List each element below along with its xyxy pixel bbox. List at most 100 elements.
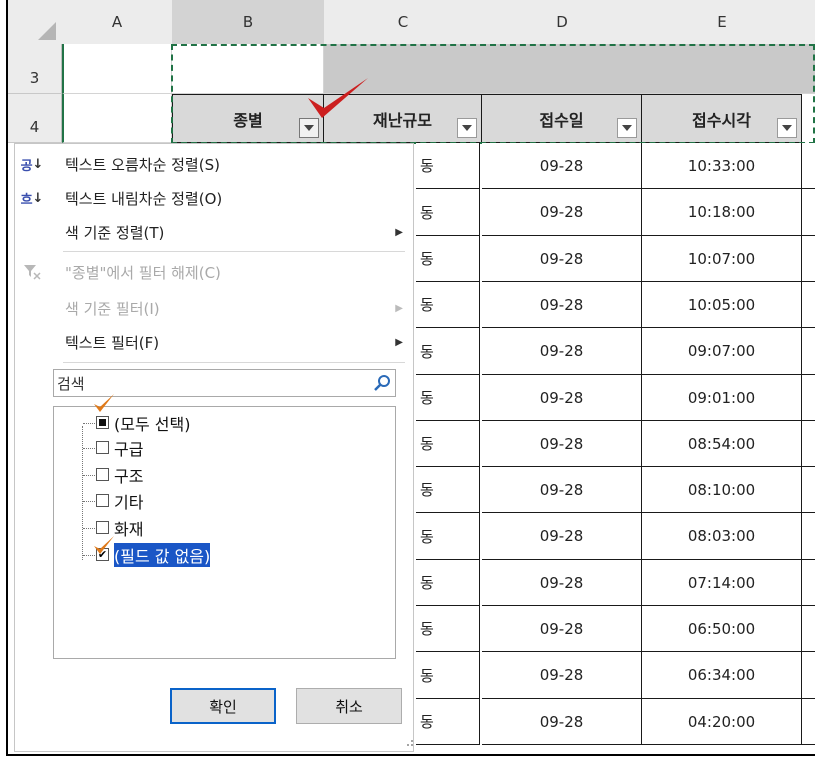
filter-item-checkbox[interactable] [96, 416, 109, 429]
table-cell-time[interactable]: 10:07:00 [642, 236, 802, 282]
table-cell-time[interactable]: 10:18:00 [642, 189, 802, 236]
table-cell-next[interactable] [802, 467, 815, 513]
menu-sort-by-color[interactable]: 색 기준 정렬(T) ▶ [15, 212, 413, 252]
frame-left-edge [6, 0, 8, 756]
table-cell-next[interactable] [802, 560, 815, 606]
table-cell-scale[interactable]: 동 [416, 699, 480, 745]
cell-b3[interactable] [172, 44, 324, 94]
select-all-corner[interactable] [8, 0, 63, 45]
table-cell-time[interactable]: 09:01:00 [642, 375, 802, 421]
table-cell-date[interactable]: 09-28 [482, 143, 642, 189]
table-cell-time[interactable]: 06:34:00 [642, 652, 802, 699]
filter-item-label: 기타 [114, 493, 144, 512]
table-cell-time[interactable]: 04:20:00 [642, 699, 802, 745]
table-cell-time[interactable]: 08:03:00 [642, 513, 802, 560]
clear-filter-icon [21, 261, 43, 283]
annotation-checkmark-icon [94, 536, 114, 554]
column-header-c[interactable]: C [324, 0, 483, 45]
column-header-b[interactable]: B [172, 0, 325, 45]
filter-dropdown-button-scale[interactable] [457, 118, 477, 138]
table-cell-date[interactable]: 09-28 [482, 282, 642, 328]
frame-bottom-edge [6, 754, 815, 756]
filter-list-item[interactable]: 화재 [114, 516, 143, 540]
table-cell-next[interactable] [802, 328, 815, 375]
row-header-4[interactable]: 4 [8, 94, 62, 143]
table-cell-scale[interactable]: 동 [416, 189, 480, 236]
filter-item-checkbox[interactable] [96, 468, 109, 481]
ok-button[interactable]: 확인 [170, 688, 276, 724]
submenu-arrow-icon: ▶ [395, 226, 403, 238]
filter-list-item[interactable]: 기타 [114, 489, 143, 513]
column-header-e[interactable]: E [642, 0, 803, 45]
table-cell-date[interactable]: 09-28 [482, 328, 642, 375]
row-header-3[interactable]: 3 [8, 44, 62, 94]
table-cell-time[interactable]: 08:54:00 [642, 421, 802, 467]
submenu-arrow-icon: ▶ [395, 336, 403, 348]
filter-list-item[interactable]: 구급 [114, 436, 143, 460]
filter-item-label: 구급 [114, 440, 144, 459]
filter-item-checkbox[interactable] [96, 521, 109, 534]
table-cell-date[interactable]: 09-28 [482, 699, 642, 745]
table-cell-date[interactable]: 09-28 [482, 236, 642, 282]
table-cell-time[interactable]: 09:07:00 [642, 328, 802, 375]
column-header-d[interactable]: D [482, 0, 643, 45]
header-cell-type: 종별 [172, 94, 324, 143]
column-header-f[interactable] [802, 0, 815, 45]
filter-dropdown-button-date[interactable] [617, 118, 637, 138]
filter-item-checkbox[interactable] [96, 441, 109, 454]
filter-list-item[interactable]: 구조 [114, 463, 143, 487]
cell-a4[interactable] [62, 94, 172, 143]
menu-text-filters[interactable]: 텍스트 필터(F) ▶ [15, 322, 413, 362]
filter-item-label: 구조 [114, 467, 144, 486]
table-cell-date[interactable]: 09-28 [482, 652, 642, 699]
table-cell-time[interactable]: 10:33:00 [642, 143, 802, 189]
resize-grip-icon[interactable] [404, 738, 414, 748]
table-cell-date[interactable]: 09-28 [482, 560, 642, 606]
table-cell-next[interactable] [802, 282, 815, 328]
cell-a3[interactable] [62, 44, 172, 94]
tree-branch [83, 475, 95, 476]
table-cell-scale[interactable]: 동 [416, 328, 480, 375]
table-cell-time[interactable]: 07:14:00 [642, 560, 802, 606]
filter-list-item[interactable]: (필드 값 없음) [112, 542, 212, 568]
table-cell-scale[interactable]: 동 [416, 421, 480, 467]
sort-ascending-icon: 공 ↓ [20, 156, 44, 174]
menu-clear-filter[interactable]: "종별"에서 필터 해제(C) [15, 252, 413, 292]
table-cell-scale[interactable]: 동 [416, 282, 480, 328]
sort-descending-icon: 흐 ↓ [20, 190, 44, 208]
cancel-button[interactable]: 취소 [296, 688, 402, 724]
filter-item-label: 화재 [114, 520, 144, 539]
table-cell-next[interactable] [802, 652, 815, 699]
table-cell-next[interactable] [802, 606, 815, 652]
table-cell-scale[interactable]: 동 [416, 606, 480, 652]
filter-dropdown-button-time[interactable] [777, 118, 797, 138]
table-cell-next[interactable] [802, 513, 815, 560]
table-cell-next[interactable] [802, 143, 815, 189]
table-cell-date[interactable]: 09-28 [482, 421, 642, 467]
column-header-a[interactable]: A [62, 0, 173, 45]
table-cell-date[interactable]: 09-28 [482, 375, 642, 421]
filter-item-checkbox[interactable] [96, 494, 109, 507]
table-cell-scale[interactable]: 동 [416, 513, 480, 560]
table-cell-time[interactable]: 08:10:00 [642, 467, 802, 513]
filter-list-item[interactable]: (모두 선택) [114, 411, 190, 435]
table-cell-next[interactable] [802, 421, 815, 467]
cell-c3-merged[interactable] [324, 44, 815, 94]
table-cell-time[interactable]: 10:05:00 [642, 282, 802, 328]
table-cell-scale[interactable]: 동 [416, 236, 480, 282]
table-cell-scale[interactable]: 동 [416, 143, 480, 189]
table-cell-date[interactable]: 09-28 [482, 513, 642, 560]
table-cell-scale[interactable]: 동 [416, 375, 480, 421]
table-cell-date[interactable]: 09-28 [482, 189, 642, 236]
table-cell-time[interactable]: 06:50:00 [642, 606, 802, 652]
table-cell-next[interactable] [802, 236, 815, 282]
table-cell-date[interactable]: 09-28 [482, 606, 642, 652]
table-cell-next[interactable] [802, 699, 815, 745]
table-cell-next[interactable] [802, 375, 815, 421]
table-cell-scale[interactable]: 동 [416, 467, 480, 513]
table-cell-next[interactable] [802, 189, 815, 236]
table-cell-scale[interactable]: 동 [416, 560, 480, 606]
annotation-checkmark-icon [308, 78, 368, 118]
table-cell-scale[interactable]: 동 [416, 652, 480, 699]
table-cell-date[interactable]: 09-28 [482, 467, 642, 513]
